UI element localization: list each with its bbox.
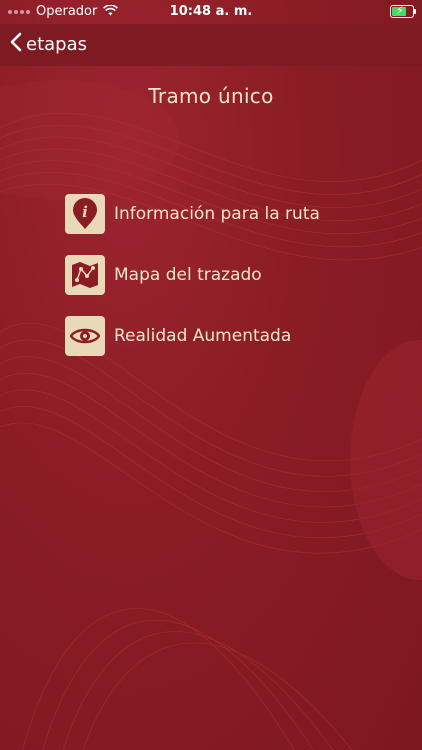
menu-label: Realidad Aumentada [114,326,292,346]
info-pin-icon: i [65,194,105,234]
menu-label: Información para la ruta [114,204,320,224]
status-bar: Operador 10:48 a. m. ⚡ [0,0,422,24]
menu-item-route-info[interactable]: i Información para la ruta [65,194,365,234]
back-label: etapas [26,34,87,55]
status-right: ⚡ [390,4,416,18]
back-button[interactable]: etapas [10,32,87,57]
page-title: Tramo único [148,84,274,108]
svg-text:i: i [82,203,88,221]
map-route-icon [65,255,105,295]
menu-list: i Información para la ruta Mapa del traz… [65,194,365,377]
status-time: 10:48 a. m. [169,4,253,19]
eye-icon [65,316,105,356]
navigation-bar: etapas [0,24,422,66]
battery-icon: ⚡ [390,4,416,18]
chevron-left-icon [10,32,22,57]
menu-item-augmented-reality[interactable]: Realidad Aumentada [65,316,365,356]
menu-label: Mapa del trazado [114,265,262,285]
menu-item-route-map[interactable]: Mapa del trazado [65,255,365,295]
